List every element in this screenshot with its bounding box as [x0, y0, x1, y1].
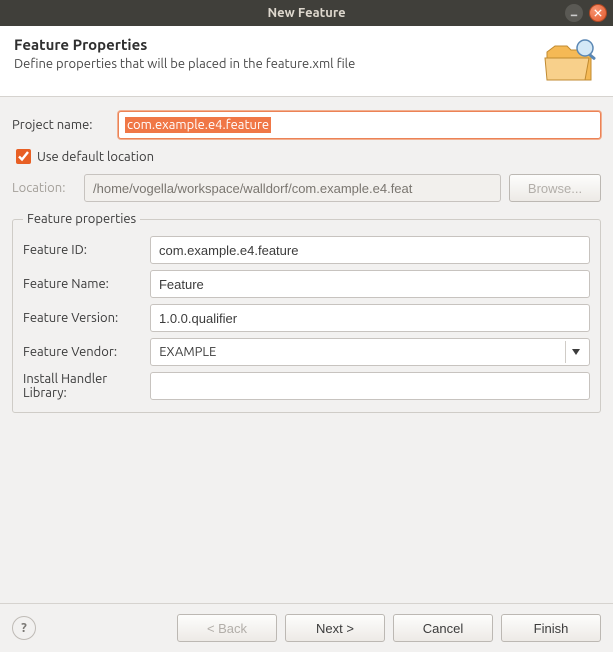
feature-properties-group: Feature properties Feature ID: Feature N… [12, 212, 601, 413]
location-label: Location: [12, 181, 76, 195]
close-button[interactable] [589, 4, 607, 22]
project-name-row: Project name: com.example.e4.feature [12, 111, 601, 139]
project-name-value: com.example.e4.feature [125, 117, 271, 133]
window-title: New Feature [0, 6, 613, 20]
location-row: Location: Browse... [12, 174, 601, 202]
location-input [84, 174, 501, 202]
feature-icon [543, 36, 599, 84]
minimize-button[interactable] [565, 4, 583, 22]
wizard-header: Feature Properties Define properties tha… [0, 26, 613, 97]
use-default-location-checkbox[interactable] [16, 149, 31, 164]
feature-name-input[interactable] [150, 270, 590, 298]
feature-vendor-dropdown[interactable]: EXAMPLE [150, 338, 590, 366]
finish-button[interactable]: Finish [501, 614, 601, 642]
feature-id-label: Feature ID: [23, 243, 146, 257]
titlebar: New Feature [0, 0, 613, 26]
browse-button: Browse... [509, 174, 601, 202]
use-default-location-label: Use default location [37, 150, 154, 164]
cancel-button[interactable]: Cancel [393, 614, 493, 642]
help-button[interactable]: ? [12, 616, 36, 640]
use-default-location-row: Use default location [12, 149, 601, 164]
feature-vendor-label: Feature Vendor: [23, 345, 146, 359]
install-handler-label: Install Handler Library: [23, 372, 146, 400]
feature-name-label: Feature Name: [23, 277, 146, 291]
feature-version-input[interactable] [150, 304, 590, 332]
feature-id-input[interactable] [150, 236, 590, 264]
next-button[interactable]: Next > [285, 614, 385, 642]
page-title: Feature Properties [14, 36, 543, 53]
chevron-down-icon [565, 341, 585, 363]
project-name-label: Project name: [12, 118, 110, 132]
wizard-footer: ? < Back Next > Cancel Finish [0, 603, 613, 652]
feature-vendor-value: EXAMPLE [159, 345, 216, 359]
project-name-input[interactable]: com.example.e4.feature [118, 111, 601, 139]
feature-version-label: Feature Version: [23, 311, 146, 325]
content-area: Project name: com.example.e4.feature Use… [0, 97, 613, 603]
page-desc: Define properties that will be placed in… [14, 57, 543, 71]
install-handler-input[interactable] [150, 372, 590, 400]
feature-properties-legend: Feature properties [23, 212, 140, 226]
back-button: < Back [177, 614, 277, 642]
